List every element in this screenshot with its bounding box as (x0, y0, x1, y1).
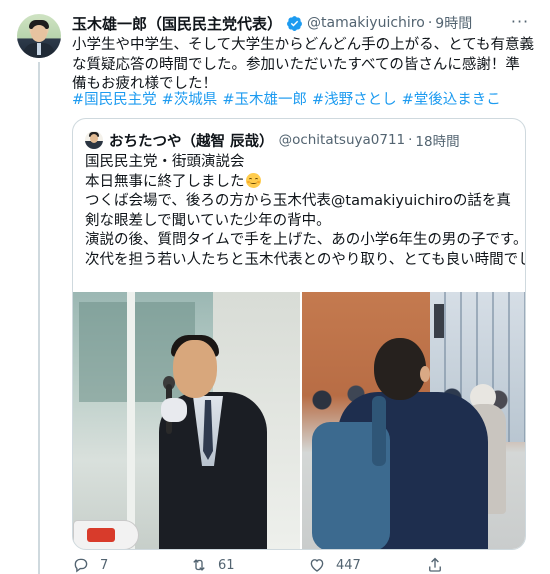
thread-line (38, 62, 40, 574)
tweet[interactable]: 玉木雄一郎（国民民主党代表） @tamakiyuichiro · 9時間 ···… (0, 0, 550, 574)
quoted-author-name[interactable]: おちたつや（越智 辰哉） (109, 130, 274, 151)
heart-icon (310, 559, 324, 572)
photo-window (79, 302, 127, 402)
separator-dot: · (408, 132, 413, 148)
photo-sign (434, 304, 444, 338)
tweet-header: 玉木雄一郎（国民民主党代表） @tamakiyuichiro · 9時間 (72, 12, 472, 34)
quoted-tweet-text: 国民民主党・街頭演説会 本日無事に終了しました つくば会場で、後ろの方から玉木代… (85, 153, 526, 270)
retweet-count: 61 (218, 557, 235, 573)
retweet-button[interactable]: 61 (190, 556, 308, 574)
author-avatar[interactable] (17, 14, 61, 58)
speaker-photo[interactable] (73, 292, 300, 549)
hashtag-list: #国民民主党 #茨城県 #玉木雄一郎 #浅野さとし #堂後込まきこ (72, 91, 534, 111)
hashtag-link[interactable]: #茨城県 (162, 92, 218, 108)
like-button[interactable]: 447 (308, 556, 426, 574)
avatar-tie (37, 43, 41, 55)
verified-badge-icon (287, 15, 302, 31)
quoted-avatar-face (90, 134, 98, 143)
author-name[interactable]: 玉木雄一郎（国民民主党代表） (72, 13, 282, 34)
reply-icon (74, 558, 88, 573)
quoted-text-line: つくば会場で、後ろの方から玉木代表@tamakiyuichiroの話を真剣な眼差… (85, 193, 511, 229)
more-options-icon[interactable]: ··· (508, 14, 532, 30)
grinning-face-emoji-icon (245, 172, 261, 188)
backpack-strap (372, 396, 386, 466)
hashtag-link[interactable]: #玉木雄一郎 (222, 92, 307, 108)
retweet-icon (193, 559, 205, 571)
separator-dot: · (427, 15, 433, 31)
quoted-tweet[interactable]: おちたつや（越智 辰哉） @ochitatsuya0711 · 18時間 国民民… (72, 118, 526, 550)
avatar-face (31, 25, 47, 42)
like-count: 447 (336, 557, 361, 573)
quoted-text-line: 本日無事に終了しました (85, 172, 515, 193)
speaker-head (173, 340, 217, 398)
quoted-text-line: 演説の後、質問タイムで手を上げた、あの小学6年生の男の子です。 (85, 232, 526, 248)
quoted-author-avatar[interactable] (85, 131, 103, 149)
quoted-tweet-header: おちたつや（越智 辰哉） @ochitatsuya0711 · 18時間 (85, 130, 460, 150)
quoted-author-handle[interactable]: @ochitatsuya0711 (279, 132, 406, 148)
photo-window-frame (127, 292, 135, 549)
speaker-glove (161, 398, 187, 422)
boy-ear (420, 366, 430, 382)
reply-count: 7 (100, 557, 109, 573)
hashtag-link[interactable]: #堂後込まきこ (402, 92, 501, 108)
hashtag-link[interactable]: #国民民主党 (72, 92, 157, 108)
quoted-tweet-timestamp[interactable]: 18時間 (415, 130, 459, 150)
quoted-text-line: 次代を担う若い人たちと玉木代表とのやり取り、とても良い時間でした。 (85, 251, 526, 268)
boy-head (374, 338, 426, 400)
tweet-timestamp[interactable]: 9時間 (435, 13, 472, 33)
megaphone-band (87, 528, 115, 542)
share-button[interactable] (426, 556, 444, 574)
tweet-actions: 7 61 447 (72, 556, 532, 574)
tweet-text: 小学生や中学生、そして大学生からどんどん手の上がる、とても有意義な質疑応答の時間… (72, 37, 534, 92)
reply-button[interactable]: 7 (72, 556, 190, 574)
boy-photo[interactable] (302, 292, 525, 549)
quoted-text-line: 国民民主党・街頭演説会 (85, 154, 245, 170)
author-handle[interactable]: @tamakiyuichiro (307, 15, 425, 31)
hashtag-link[interactable]: #浅野さとし (312, 92, 397, 108)
share-icon (429, 557, 441, 572)
quoted-media-grid (73, 292, 525, 549)
quoted-text-fragment: 本日無事に終了しました (85, 173, 245, 190)
